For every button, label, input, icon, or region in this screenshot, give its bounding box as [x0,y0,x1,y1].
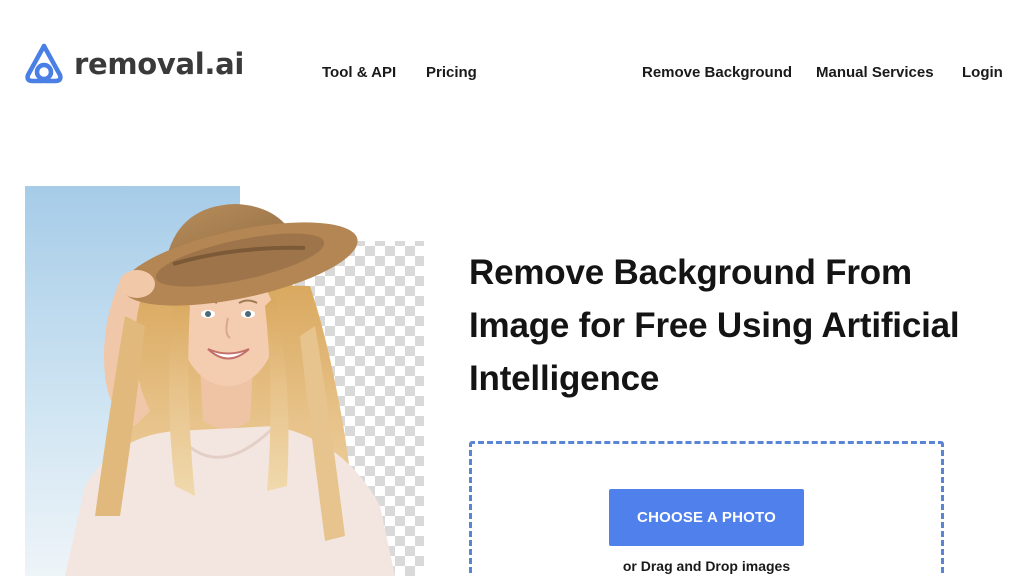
nav-remove-background[interactable]: Remove Background [642,63,792,83]
drag-drop-hint: or Drag and Drop images [622,558,791,574]
removal-logo-icon [25,43,63,84]
nav-tool-api[interactable]: Tool & API [322,63,396,83]
hero-image [25,186,424,576]
nav-manual-services[interactable]: Manual Services [816,63,934,83]
page: removal.ai Tool & API Pricing Remove Bac… [0,0,1024,576]
woman-in-hat-photo [25,186,424,576]
brand-logo[interactable]: removal.ai [25,42,244,84]
hero-headline: Remove Background From Image for Free Us… [469,253,960,398]
nav-pricing[interactable]: Pricing [426,63,477,83]
brand-name: removal.ai [74,46,245,81]
upload-dropzone[interactable]: CHOOSE A PHOTO or Drag and Drop images [469,441,944,576]
choose-photo-button[interactable]: CHOOSE A PHOTO [609,489,804,546]
nav-login[interactable]: Login [962,63,1003,83]
site-header: removal.ai Tool & API Pricing Remove Bac… [0,0,1024,146]
